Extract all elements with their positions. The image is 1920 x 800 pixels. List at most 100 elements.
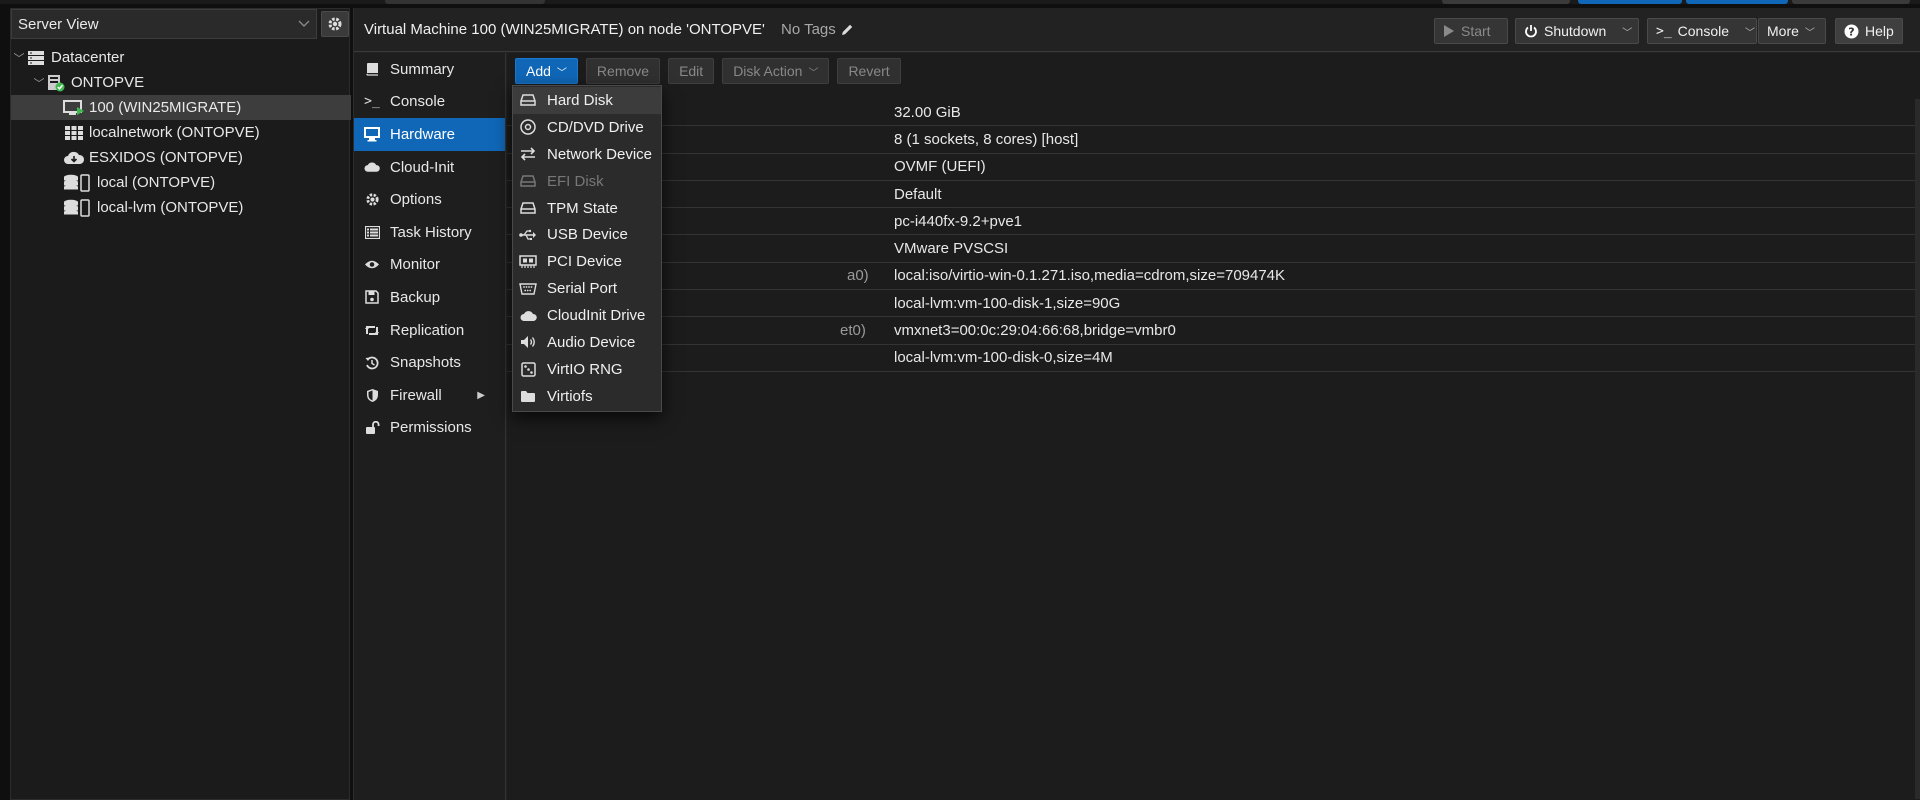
nav-monitor[interactable]: Monitor [354,249,505,282]
nav-label: Summary [390,60,455,78]
tree-node-label: Datacenter [51,49,125,66]
menu-item-serial-port[interactable]: Serial Port [513,275,661,302]
table-row[interactable]: pc-i440fx-9.2+pve1 [507,208,1915,236]
nav-snapshots[interactable]: Snapshots [354,346,505,379]
row-value: OVMF (UEFI) [894,158,986,176]
row-value: 8 (1 sockets, 8 cores) [host] [894,130,1079,148]
chevron-down-icon[interactable]: ﹀ [1622,24,1632,39]
expand-arrow-icon[interactable]: ▶ [477,390,485,401]
menu-item-audio-device[interactable]: Audio Device [513,329,661,356]
table-row[interactable]: Default [507,181,1915,209]
menu-item-label: Serial Port [547,280,618,298]
remove-button[interactable]: Remove [585,58,661,84]
pencil-icon[interactable] [840,23,854,37]
tree-node-label: localnetwork (ONTOPVE) [89,124,260,141]
menu-item-label: TPM State [547,199,618,217]
menu-item-label: Virtiofs [547,387,593,405]
table-row[interactable]: a0) local:iso/virtio-win-0.1.271.iso,medi… [507,263,1915,291]
vertical-scrollbar[interactable] [1915,99,1920,799]
tpm-icon [519,199,537,217]
shutdown-button[interactable]: Shutdown ﹀ [1515,18,1639,44]
tree-node-vm-100[interactable]: 100 (WIN25MIGRATE) [11,95,351,120]
storage-icon [63,198,93,217]
start-button[interactable]: Start [1434,18,1508,44]
chevron-down-icon[interactable]: ﹀ [1745,24,1755,39]
tree-node-local-lvm[interactable]: local-lvm (ONTOPVE) [11,195,351,220]
unlock-icon [364,420,380,436]
tree-settings-button[interactable] [321,11,349,37]
menu-item-efi-disk[interactable]: EFI Disk [513,168,661,195]
tree-node-localnetwork[interactable]: localnetwork (ONTOPVE) [11,120,351,145]
cd-dvd-icon [519,118,537,136]
menu-item-virtiofs[interactable]: Virtiofs [513,383,661,410]
menu-item-virtio-rng[interactable]: VirtIO RNG [513,356,661,383]
menu-item-label: Audio Device [547,333,636,351]
cloud-icon [519,307,537,325]
terminal-icon: >_ [364,94,380,110]
floppy-icon [364,289,380,305]
nav-firewall[interactable]: Firewall ▶ [354,379,505,412]
more-button[interactable]: More ﹀ [1758,18,1826,44]
nav-backup[interactable]: Backup [354,281,505,314]
menu-item-network-device[interactable]: Network Device [513,141,661,168]
table-row[interactable]: VMware PVSCSI [507,235,1915,263]
nav-replication[interactable]: Replication [354,314,505,347]
menu-item-usb-device[interactable]: USB Device [513,221,661,248]
collapse-icon[interactable]: ﹀ [33,75,45,91]
hardware-panel: Add ﹀ Remove Edit Disk Action ﹀ Revert 3… [507,53,1920,800]
nav-permissions[interactable]: Permissions [354,412,505,445]
nav-hardware[interactable]: Hardware [354,118,505,151]
nav-options[interactable]: Options [354,183,505,216]
tree-node-ontopve[interactable]: ﹀ ONTOPVE [11,70,351,95]
menu-item-label: CD/DVD Drive [547,118,644,136]
tags-editor[interactable]: No Tags [781,21,854,38]
menu-item-cd-dvd[interactable]: CD/DVD Drive [513,114,661,141]
nav-label: Hardware [390,125,456,143]
retweet-icon [364,322,380,338]
console-button[interactable]: >_ Console ﹀ [1647,18,1757,44]
help-button[interactable]: ? Help [1835,18,1903,44]
table-row[interactable]: 32.00 GiB [507,99,1915,127]
storage-icon [63,173,93,192]
eye-icon [364,257,380,273]
add-button[interactable]: Add ﹀ [515,58,578,84]
menu-item-cloudinit-drive[interactable]: CloudInit Drive [513,302,661,329]
table-row[interactable]: local-lvm:vm-100-disk-0,size=4M [507,345,1915,372]
nav-summary[interactable]: Summary [354,53,505,86]
serial-icon [519,280,537,298]
menu-item-label: CloudInit Drive [547,307,646,325]
table-row[interactable]: 8 (1 sockets, 8 cores) [host] [507,126,1915,154]
chevron-down-icon [298,20,310,28]
view-selector[interactable]: Server View [11,9,317,39]
nav-cloud-init[interactable]: Cloud-Init [354,151,505,184]
tree-node-local[interactable]: local (ONTOPVE) [11,170,351,195]
nav-label: Options [390,191,442,209]
row-value: local-lvm:vm-100-disk-0,size=4M [894,349,1113,367]
table-row[interactable]: OVMF (UEFI) [507,154,1915,181]
nav-console[interactable]: >_ Console [354,86,505,119]
nav-label: Cloud-Init [390,158,455,176]
menu-item-hard-disk[interactable]: Hard Disk [513,87,661,114]
nav-task-history[interactable]: Task History [354,216,505,249]
resource-tree: ﹀ Datacenter ﹀ ONTOPVE 100 (WIN25MIGRATE… [11,45,351,220]
collapse-icon[interactable]: ﹀ [13,50,25,66]
disk-action-button[interactable]: Disk Action ﹀ [722,58,830,84]
menu-item-tpm-state[interactable]: TPM State [513,195,661,222]
tree-node-label: 100 (WIN25MIGRATE) [89,99,242,116]
vm-nav: Summary >_ Console Hardware Cloud-Init O… [354,53,506,800]
nav-label: Permissions [390,419,472,437]
top-button-remnant [1442,0,1570,4]
tree-node-esxidos[interactable]: ESXIDOS (ONTOPVE) [11,145,351,170]
chevron-down-icon: ﹀ [1804,27,1815,39]
revert-button[interactable]: Revert [837,58,901,84]
shield-icon [364,387,380,403]
table-row[interactable]: et0) vmxnet3=00:0c:29:04:66:68,bridge=vmb… [507,317,1915,345]
row-value: local-lvm:vm-100-disk-1,size=90G [894,294,1121,312]
edit-button[interactable]: Edit [668,58,715,84]
row-value: 32.00 GiB [894,103,961,121]
table-row[interactable]: local-lvm:vm-100-disk-1,size=90G [507,290,1915,318]
view-selector-label: Server View [18,15,99,33]
menu-item-label: PCI Device [547,253,623,271]
tree-node-datacenter[interactable]: ﹀ Datacenter [11,45,351,70]
menu-item-pci-device[interactable]: PCI Device [513,248,661,275]
